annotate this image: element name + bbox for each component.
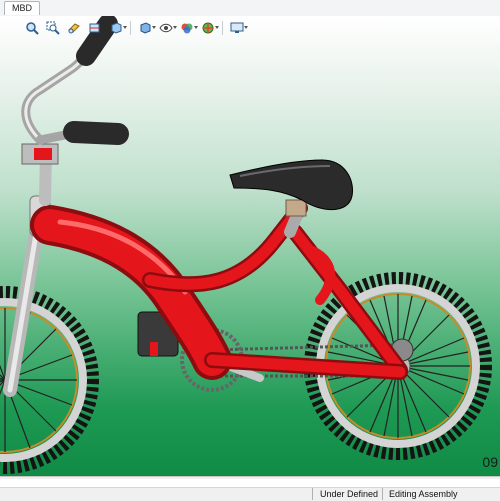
zoom-to-fit-icon[interactable]	[22, 19, 42, 37]
definition-state-label: Under Defined	[320, 489, 379, 499]
bicycle-model[interactable]	[0, 16, 500, 476]
view-orientation-icon[interactable]	[106, 19, 127, 37]
graphics-area[interactable]: 09	[0, 16, 500, 476]
status-divider	[382, 488, 383, 500]
status-divider	[312, 488, 313, 500]
hide-show-items-icon[interactable]	[156, 19, 177, 37]
apply-scene-icon[interactable]	[198, 19, 219, 37]
tab-mbd[interactable]: MBD	[4, 1, 40, 15]
previous-view-icon[interactable]	[64, 19, 84, 37]
toolbar-divider	[222, 21, 223, 35]
status-message-area	[0, 479, 500, 488]
heads-up-view-toolbar	[22, 18, 248, 38]
handlebar[interactable]	[21, 16, 129, 206]
display-style-icon[interactable]	[135, 19, 156, 37]
section-view-icon[interactable]	[85, 19, 105, 37]
grip-near	[63, 121, 129, 145]
ribbon-tab-strip: MBD	[0, 0, 500, 17]
saddle[interactable]	[229, 159, 354, 238]
toolbar-divider	[130, 21, 131, 35]
status-bar: Under Defined Editing Assembly	[0, 476, 500, 501]
view-settings-icon[interactable]	[227, 19, 248, 37]
edit-mode-label[interactable]: Editing Assembly	[389, 489, 458, 499]
zoom-to-area-icon[interactable]	[43, 19, 63, 37]
viewport-corner-text: 09	[482, 454, 498, 470]
edit-appearance-icon[interactable]	[177, 19, 198, 37]
